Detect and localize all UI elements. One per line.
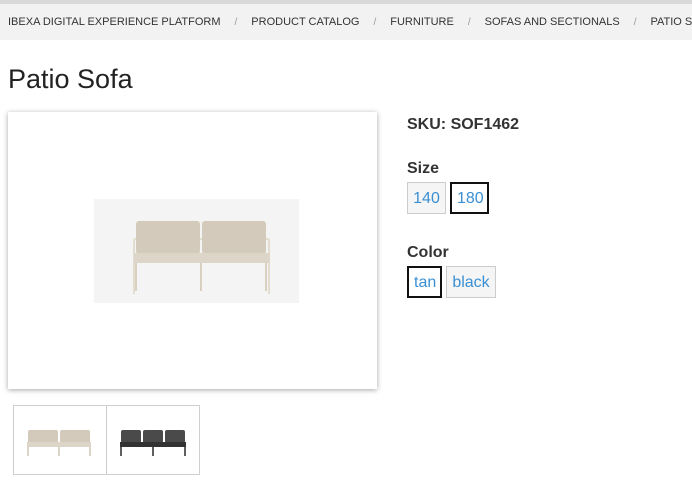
size-option-140[interactable]: 140 xyxy=(407,182,446,214)
breadcrumb-link-furniture[interactable]: FURNITURE xyxy=(390,16,454,28)
sofa-tan-image xyxy=(94,199,299,303)
main-product-image[interactable] xyxy=(8,112,377,389)
breadcrumb-separator: / xyxy=(467,16,471,28)
sofa-tan-thumbnail xyxy=(27,430,91,456)
breadcrumb: IBEXA DIGITAL EXPERIENCE PLATFORM / PROD… xyxy=(0,4,692,40)
breadcrumb-link-sofas[interactable]: SOFAS AND SECTIONALS xyxy=(485,16,620,28)
page-title: Patio Sofa xyxy=(8,64,133,94)
breadcrumb-current-label: PATIO SOFA xyxy=(650,16,692,28)
size-label: Size xyxy=(407,160,440,177)
breadcrumb-item-furniture[interactable]: FURNITURE xyxy=(390,16,454,28)
color-option-tan[interactable]: tan xyxy=(407,266,442,298)
color-option-black[interactable]: black xyxy=(446,266,496,298)
breadcrumb-link-product-catalog[interactable]: PRODUCT CATALOG xyxy=(251,16,359,28)
sku-value: SOF1462 xyxy=(450,116,520,133)
sku-line: SKU: SOF1462 xyxy=(407,116,519,134)
color-label: Color xyxy=(407,244,449,261)
breadcrumb-link-platform[interactable]: IBEXA DIGITAL EXPERIENCE PLATFORM xyxy=(8,16,221,28)
sku-label: SKU: xyxy=(407,116,447,133)
thumbnail-black[interactable] xyxy=(106,405,200,475)
breadcrumb-separator: / xyxy=(234,16,238,28)
breadcrumb-item-sofas[interactable]: SOFAS AND SECTIONALS xyxy=(485,16,620,28)
breadcrumb-item-product-catalog[interactable]: PRODUCT CATALOG xyxy=(251,16,359,28)
size-option-180[interactable]: 180 xyxy=(450,182,489,214)
thumbnail-tan[interactable] xyxy=(13,405,107,475)
breadcrumb-separator: / xyxy=(373,16,377,28)
breadcrumb-separator: / xyxy=(633,16,637,28)
breadcrumb-item-platform[interactable]: IBEXA DIGITAL EXPERIENCE PLATFORM xyxy=(0,16,221,28)
sofa-black-thumbnail xyxy=(120,430,186,456)
breadcrumb-item-current: PATIO SOFA xyxy=(650,16,692,28)
